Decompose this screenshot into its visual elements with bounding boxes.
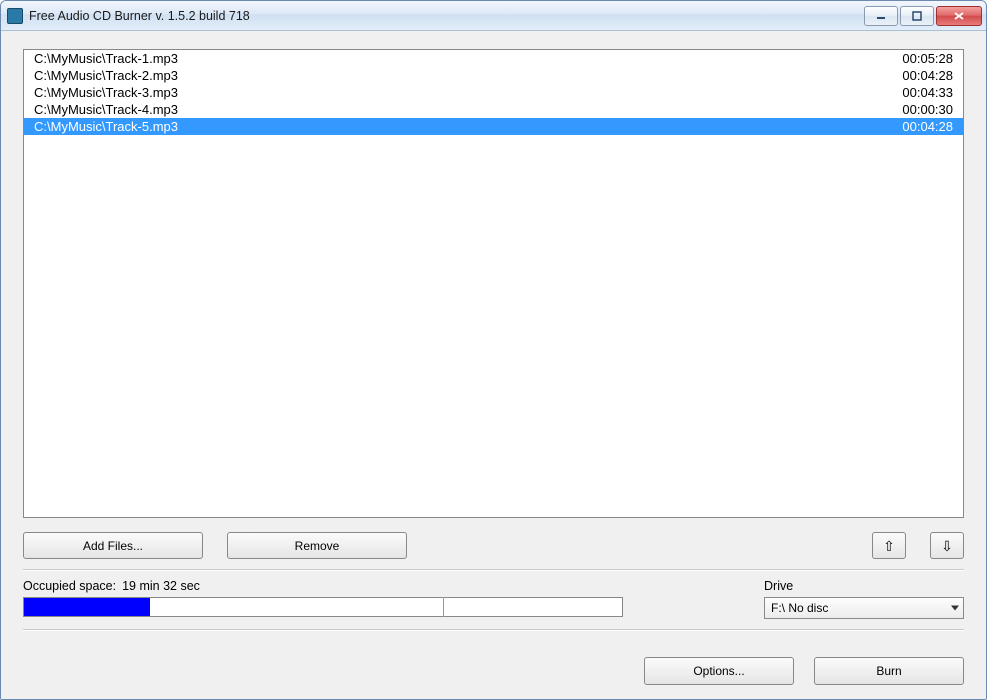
window-control-buttons	[864, 6, 982, 26]
minimize-button[interactable]	[864, 6, 898, 26]
track-list[interactable]: C:\MyMusic\Track-1.mp300:05:28C:\MyMusic…	[23, 49, 964, 518]
progress-fill	[24, 598, 150, 616]
remove-button[interactable]: Remove	[227, 532, 407, 559]
track-duration: 00:04:28	[873, 68, 953, 83]
track-row[interactable]: C:\MyMusic\Track-3.mp300:04:33	[24, 84, 963, 101]
close-button[interactable]	[936, 6, 982, 26]
options-button[interactable]: Options...	[644, 657, 794, 685]
track-row[interactable]: C:\MyMusic\Track-4.mp300:00:30	[24, 101, 963, 118]
progress-tick	[443, 597, 444, 617]
arrow-down-icon: ⇩	[941, 539, 953, 553]
occupied-space-section: Occupied space: 19 min 32 sec	[23, 579, 744, 617]
occupied-space-label: Occupied space:	[23, 579, 116, 593]
occupied-space-value: 19 min 32 sec	[122, 579, 200, 593]
track-row[interactable]: C:\MyMusic\Track-2.mp300:04:28	[24, 67, 963, 84]
drive-selected-value: F:\ No disc	[771, 601, 828, 615]
chevron-down-icon	[951, 606, 959, 611]
arrow-up-icon: ⇧	[883, 539, 895, 553]
track-duration: 00:04:28	[873, 119, 953, 134]
track-duration: 00:05:28	[873, 51, 953, 66]
occupied-drive-row: Occupied space: 19 min 32 sec Drive F:\ …	[23, 579, 964, 619]
app-icon	[7, 8, 23, 24]
list-toolbar: Add Files... Remove ⇧ ⇩	[23, 532, 964, 559]
maximize-icon	[912, 11, 922, 21]
track-duration: 00:00:30	[873, 102, 953, 117]
track-row[interactable]: C:\MyMusic\Track-5.mp300:04:28	[24, 118, 963, 135]
separator	[23, 629, 964, 631]
track-row[interactable]: C:\MyMusic\Track-1.mp300:05:28	[24, 50, 963, 67]
drive-section: Drive F:\ No disc	[764, 579, 964, 619]
track-path: C:\MyMusic\Track-3.mp3	[34, 85, 873, 100]
track-duration: 00:04:33	[873, 85, 953, 100]
minimize-icon	[876, 11, 886, 21]
bottom-toolbar: Options... Burn	[23, 647, 964, 685]
window-title: Free Audio CD Burner v. 1.5.2 build 718	[29, 9, 864, 23]
drive-label: Drive	[764, 579, 964, 593]
separator	[23, 569, 964, 571]
track-path: C:\MyMusic\Track-4.mp3	[34, 102, 873, 117]
add-files-button[interactable]: Add Files...	[23, 532, 203, 559]
move-up-button[interactable]: ⇧	[872, 532, 906, 559]
occupied-progress-bar	[23, 597, 623, 617]
maximize-button[interactable]	[900, 6, 934, 26]
close-icon	[953, 11, 965, 21]
burn-button[interactable]: Burn	[814, 657, 964, 685]
occupied-space-label-row: Occupied space: 19 min 32 sec	[23, 579, 744, 593]
track-path: C:\MyMusic\Track-2.mp3	[34, 68, 873, 83]
track-path: C:\MyMusic\Track-5.mp3	[34, 119, 873, 134]
content-area: C:\MyMusic\Track-1.mp300:05:28C:\MyMusic…	[1, 31, 986, 699]
drive-combobox[interactable]: F:\ No disc	[764, 597, 964, 619]
track-path: C:\MyMusic\Track-1.mp3	[34, 51, 873, 66]
app-window: Free Audio CD Burner v. 1.5.2 build 718 …	[0, 0, 987, 700]
move-down-button[interactable]: ⇩	[930, 532, 964, 559]
title-bar[interactable]: Free Audio CD Burner v. 1.5.2 build 718	[1, 1, 986, 31]
